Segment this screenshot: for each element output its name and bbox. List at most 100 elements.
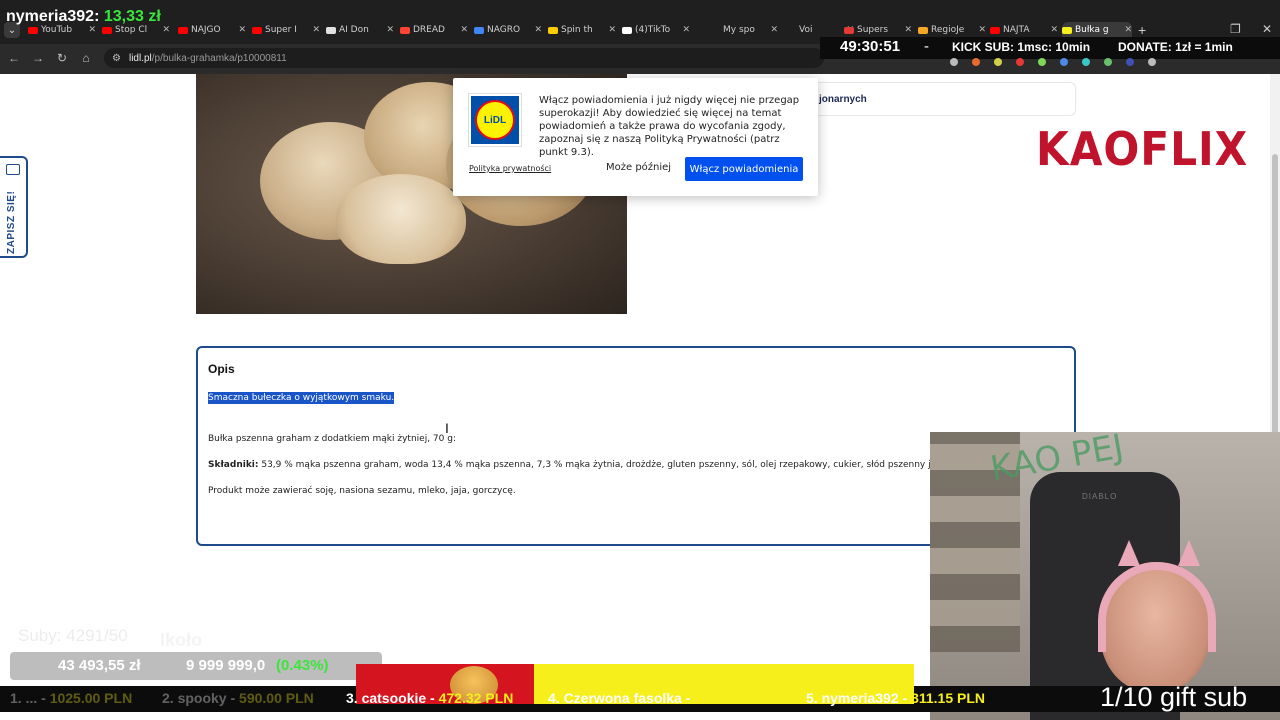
- tab-label: Bułka g: [1075, 25, 1109, 35]
- back-icon[interactable]: ←: [6, 50, 22, 66]
- close-tab-icon[interactable]: ✕: [904, 25, 912, 35]
- text-cursor-icon: I: [445, 420, 449, 436]
- tab-favicon-icon: [622, 26, 632, 34]
- tab-favicon-icon: [102, 26, 112, 34]
- tab-label: My spo: [723, 25, 755, 35]
- browser-tab[interactable]: Supers ✕: [844, 22, 912, 38]
- tab-label: NAJGO: [191, 25, 221, 35]
- close-tab-icon[interactable]: ✕: [162, 25, 170, 35]
- info-card[interactable]: jonarnych: [804, 82, 1076, 116]
- tab-favicon-icon: [474, 26, 484, 34]
- close-tab-icon[interactable]: ✕: [682, 25, 690, 35]
- browser-tab[interactable]: (4)TikTo ✕: [622, 22, 690, 38]
- extension-icons[interactable]: [950, 58, 1250, 68]
- close-tab-icon[interactable]: ✕: [978, 25, 986, 35]
- allergens-line: Produkt może zawierać soję, nasiona seza…: [208, 486, 516, 496]
- donor-highlight: nymeria392: 13,33 zł: [6, 8, 161, 25]
- close-tab-icon[interactable]: ✕: [1050, 25, 1058, 35]
- close-tab-icon[interactable]: ✕: [1124, 25, 1132, 35]
- cat-ear-right: [1178, 540, 1200, 566]
- browser-tab[interactable]: NAJTA ✕: [990, 22, 1058, 38]
- tab-label: YouTub: [41, 25, 73, 35]
- tab-label: RegioJe: [931, 25, 965, 35]
- product-line: Bułka pszenna graham z dodatkiem mąki ży…: [208, 434, 456, 444]
- browser-tab[interactable]: Bułka g ✕: [1062, 22, 1132, 38]
- browser-tab[interactable]: Spin th ✕: [548, 22, 616, 38]
- tab-label: Super I: [265, 25, 297, 35]
- selected-tagline: Smaczna bułeczka o wyjątkowym smaku.: [208, 392, 395, 404]
- close-tab-icon[interactable]: ✕: [312, 25, 320, 35]
- browser-tab[interactable]: NAJGO ✕: [178, 22, 246, 38]
- enable-notifications-button[interactable]: Włącz powiadomienia: [685, 157, 803, 181]
- browser-tab[interactable]: My spo ✕: [710, 22, 778, 38]
- info-card-text: jonarnych: [819, 94, 867, 105]
- kaoflix-logo: KAOFLIX: [1036, 122, 1249, 176]
- subathon-timer: 49:30:51: [840, 38, 901, 55]
- browser-tab[interactable]: NAGRO ✕: [474, 22, 542, 38]
- tab-favicon-icon: [178, 26, 188, 34]
- description-title: Opis: [208, 362, 235, 376]
- tab-favicon-icon: [400, 26, 410, 34]
- mail-icon: [6, 164, 20, 175]
- goal-amount: 43 493,55 zł: [58, 657, 141, 674]
- donation-goal-bar: 43 493,55 zł 9 999 999,0 (0.43%): [10, 652, 382, 680]
- ticker-entry: 1. ... - 1025.00 PLN: [10, 690, 133, 706]
- restore-window-icon[interactable]: ❐: [1230, 22, 1241, 36]
- timer-separator: -: [924, 38, 929, 55]
- close-window-icon[interactable]: ✕: [1262, 22, 1272, 36]
- tab-label: Voi: [799, 25, 813, 35]
- ticker-entry: 5. nymeria392 - 311.15 PLN: [806, 690, 986, 706]
- tab-label: NAGRO: [487, 25, 521, 35]
- close-tab-icon[interactable]: ✕: [238, 25, 246, 35]
- goal-target: 9 999 999,0: [186, 657, 266, 674]
- url-text: lidl.pl/p/bulka-grahamka/p10000811: [128, 52, 287, 64]
- browser-tab[interactable]: DREAD ✕: [400, 22, 468, 38]
- close-tab-icon[interactable]: ✕: [608, 25, 616, 35]
- tab-label: NAJTA: [1003, 25, 1030, 35]
- forward-icon[interactable]: →: [30, 50, 46, 66]
- browser-tab[interactable]: AI Don ✕: [326, 22, 394, 38]
- browser-tab[interactable]: RegioJe ✕: [918, 22, 986, 38]
- browser-tab[interactable]: Super I ✕: [252, 22, 320, 38]
- goal-percent: (0.43%): [276, 657, 329, 674]
- sub-counter: Suby: 4291/50: [18, 626, 128, 645]
- tab-favicon-icon: [548, 26, 558, 34]
- gift-sub-counter: 1/10 gift sub: [1100, 682, 1248, 712]
- close-tab-icon[interactable]: ✕: [386, 25, 394, 35]
- bun-cut-shape: [336, 174, 466, 264]
- new-tab-button[interactable]: +: [1138, 22, 1146, 38]
- maybe-later-button[interactable]: Może później: [606, 162, 671, 173]
- kick-sub-rate: KICK SUB: 1msc: 10min: [952, 40, 1091, 54]
- tab-label: AI Don: [339, 25, 369, 35]
- webcam-feed: DIABLO KAO PEJ: [930, 432, 1280, 720]
- tab-favicon-icon: [844, 26, 854, 34]
- tab-favicon-icon: [252, 26, 262, 34]
- tab-label: (4)TikTo: [635, 25, 671, 35]
- donor-ticker: 1. ... - 1025.00 PLN 2. spooky - 590.00 P…: [0, 664, 1280, 712]
- newsletter-tab-label: ZAPISZ SIĘ!: [6, 190, 17, 254]
- newsletter-tab[interactable]: ZAPISZ SIĘ!: [0, 156, 28, 258]
- lidl-logo: LiDL: [468, 93, 522, 147]
- tab-favicon-icon: [918, 26, 928, 34]
- address-bar[interactable]: ⚙ lidl.pl/p/bulka-grahamka/p10000811: [104, 48, 824, 68]
- close-tab-icon[interactable]: ✕: [460, 25, 468, 35]
- notification-popup: LiDL Włącz powiadomienia i już nigdy wię…: [453, 78, 818, 196]
- tab-favicon-icon: [990, 26, 1000, 34]
- ticker-entry: 3. catsookie - 472.32 PLN: [346, 690, 514, 706]
- tab-label: Spin th: [561, 25, 593, 35]
- ticker-entry: 2. spooky - 590.00 PLN: [162, 690, 314, 706]
- close-tab-icon[interactable]: ✕: [88, 25, 96, 35]
- reload-icon[interactable]: ↻: [54, 50, 70, 66]
- tab-favicon-icon: [710, 26, 720, 34]
- home-icon[interactable]: ⌂: [78, 50, 94, 66]
- close-tab-icon[interactable]: ✕: [770, 25, 778, 35]
- site-info-icon[interactable]: ⚙: [112, 53, 121, 64]
- tab-favicon-icon: [786, 26, 796, 34]
- ingredients-line: Składniki: 53,9 % mąka pszenna graham, w…: [208, 460, 954, 470]
- wheel-label: Ikoło: [160, 630, 203, 650]
- donate-rate: DONATE: 1zł = 1min: [1118, 40, 1233, 54]
- tab-favicon-icon: [1062, 26, 1072, 34]
- privacy-policy-link[interactable]: Polityka prywatności: [469, 164, 551, 173]
- tab-favicon-icon: [28, 26, 38, 34]
- close-tab-icon[interactable]: ✕: [534, 25, 542, 35]
